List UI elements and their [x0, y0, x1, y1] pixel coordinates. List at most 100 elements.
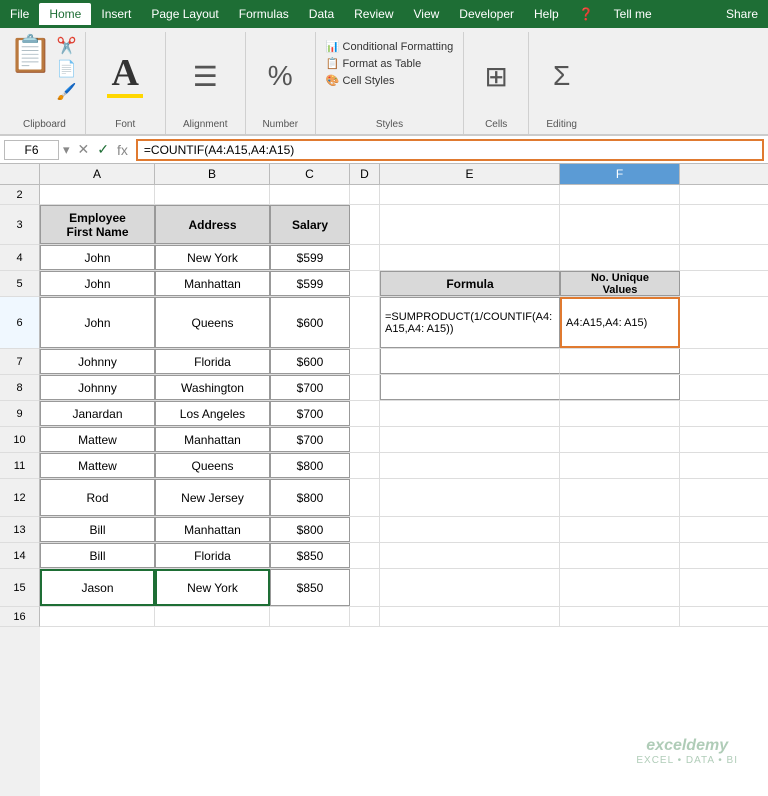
grid-cell[interactable] — [350, 543, 380, 568]
grid-cell[interactable] — [560, 245, 680, 270]
grid-cell[interactable] — [350, 453, 380, 478]
grid-cell[interactable] — [560, 517, 680, 542]
cell-f5-header[interactable]: No. Unique Values — [560, 271, 680, 296]
grid-cell[interactable] — [350, 375, 380, 400]
cell-a5[interactable]: John — [40, 271, 155, 296]
cell-a10[interactable]: Mattew — [40, 427, 155, 452]
grid-cell[interactable] — [350, 349, 380, 374]
grid-cell[interactable] — [560, 401, 680, 426]
grid-cell[interactable] — [380, 479, 560, 516]
cell-e5-header[interactable]: Formula — [380, 271, 560, 296]
row-header-4[interactable]: 4 — [0, 245, 40, 271]
cell-a9[interactable]: Janardan — [40, 401, 155, 426]
grid-cell[interactable] — [380, 453, 560, 478]
row-header-3[interactable]: 3 — [0, 205, 40, 245]
menu-view[interactable]: View — [404, 3, 450, 25]
menu-help[interactable]: Help — [524, 3, 569, 25]
cell-c9[interactable]: $700 — [270, 401, 350, 426]
grid-cell[interactable] — [350, 271, 380, 296]
menu-home[interactable]: Home — [39, 3, 91, 25]
cell-a15[interactable]: Jason — [40, 569, 155, 606]
formula-input[interactable] — [136, 139, 764, 161]
menu-question[interactable]: ❓ — [569, 3, 604, 25]
col-header-c[interactable]: C — [270, 164, 350, 184]
menu-data[interactable]: Data — [299, 3, 344, 25]
cell-c6[interactable]: $600 — [270, 297, 350, 348]
menu-insert[interactable]: Insert — [91, 3, 141, 25]
number-label[interactable]: Number — [246, 119, 315, 130]
cell-reference-box[interactable] — [4, 140, 59, 160]
cell-a11[interactable]: Mattew — [40, 453, 155, 478]
grid-cell[interactable] — [560, 427, 680, 452]
cell-b14[interactable]: Florida — [155, 543, 270, 568]
grid-cell[interactable] — [380, 375, 560, 400]
cell-a8[interactable]: Johnny — [40, 375, 155, 400]
cell-e6[interactable]: =SUMPRODUCT(1/COUNTIF(A4:A15,A4: A15)) — [380, 297, 560, 348]
cell-b8[interactable]: Washington — [155, 375, 270, 400]
grid-cell[interactable] — [350, 517, 380, 542]
font-label[interactable]: Font — [86, 119, 165, 130]
grid-cell[interactable] — [380, 349, 560, 374]
menu-review[interactable]: Review — [344, 3, 403, 25]
grid-cell[interactable] — [350, 569, 380, 606]
grid-cell[interactable] — [380, 245, 560, 270]
row-header-15[interactable]: 15 — [0, 569, 40, 607]
grid-cell[interactable] — [270, 607, 350, 626]
grid-cell[interactable] — [560, 607, 680, 626]
menu-file[interactable]: File — [0, 3, 39, 25]
cell-c7[interactable]: $600 — [270, 349, 350, 374]
grid-cell[interactable] — [350, 205, 380, 244]
menu-share[interactable]: Share — [716, 3, 768, 25]
row-header-2[interactable]: 2 — [0, 185, 40, 205]
col-header-a[interactable]: A — [40, 164, 155, 184]
row-header-7[interactable]: 7 — [0, 349, 40, 375]
col-header-b[interactable]: B — [155, 164, 270, 184]
cell-c14[interactable]: $850 — [270, 543, 350, 568]
cell-b13[interactable]: Manhattan — [155, 517, 270, 542]
copy-button[interactable]: 📄 — [57, 59, 77, 79]
header-cell-salary[interactable]: Salary — [270, 205, 350, 244]
row-header-8[interactable]: 8 — [0, 375, 40, 401]
header-cell-address[interactable]: Address — [155, 205, 270, 244]
grid-cell[interactable] — [560, 479, 680, 516]
cell-b11[interactable]: Queens — [155, 453, 270, 478]
cell-b6[interactable]: Queens — [155, 297, 270, 348]
col-header-d[interactable]: D — [350, 164, 380, 184]
paste-button[interactable]: 📋 — [8, 36, 53, 72]
grid-cell[interactable] — [350, 297, 380, 348]
confirm-formula-icon[interactable]: ✓ — [97, 141, 109, 158]
cell-a12[interactable]: Rod — [40, 479, 155, 516]
cell-a14[interactable]: Bill — [40, 543, 155, 568]
cell-b5[interactable]: Manhattan — [155, 271, 270, 296]
menu-developer[interactable]: Developer — [449, 3, 524, 25]
cell-a7[interactable]: Johnny — [40, 349, 155, 374]
expand-icon[interactable]: ▾ — [63, 142, 70, 158]
cell-b7[interactable]: Florida — [155, 349, 270, 374]
grid-cell[interactable] — [350, 479, 380, 516]
cell-b9[interactable]: Los Angeles — [155, 401, 270, 426]
grid-cell[interactable] — [560, 185, 680, 204]
grid-cell[interactable] — [350, 401, 380, 426]
grid-cell[interactable] — [350, 427, 380, 452]
cell-styles-button[interactable]: 🎨 Cell Styles — [326, 74, 453, 87]
header-cell-employee[interactable]: Employee First Name — [40, 205, 155, 244]
cut-button[interactable]: ✂️ — [57, 36, 77, 56]
cell-c15[interactable]: $850 — [270, 569, 350, 606]
cell-c5[interactable]: $599 — [270, 271, 350, 296]
grid-cell[interactable] — [155, 185, 270, 204]
row-header-6[interactable]: 6 — [0, 297, 40, 349]
cell-b4[interactable]: New York — [155, 245, 270, 270]
row-header-5[interactable]: 5 — [0, 271, 40, 297]
cell-b15[interactable]: New York — [155, 569, 270, 606]
cell-c13[interactable]: $800 — [270, 517, 350, 542]
grid-cell[interactable] — [560, 543, 680, 568]
conditional-formatting-button[interactable]: 📊 Conditional Formatting — [326, 40, 453, 53]
grid-cell[interactable] — [560, 375, 680, 400]
menu-page-layout[interactable]: Page Layout — [141, 3, 228, 25]
col-header-f[interactable]: F — [560, 164, 680, 184]
row-header-16[interactable]: 16 — [0, 607, 40, 627]
cell-a13[interactable]: Bill — [40, 517, 155, 542]
grid-cell[interactable] — [40, 185, 155, 204]
row-header-12[interactable]: 12 — [0, 479, 40, 517]
grid-cell[interactable] — [350, 185, 380, 204]
